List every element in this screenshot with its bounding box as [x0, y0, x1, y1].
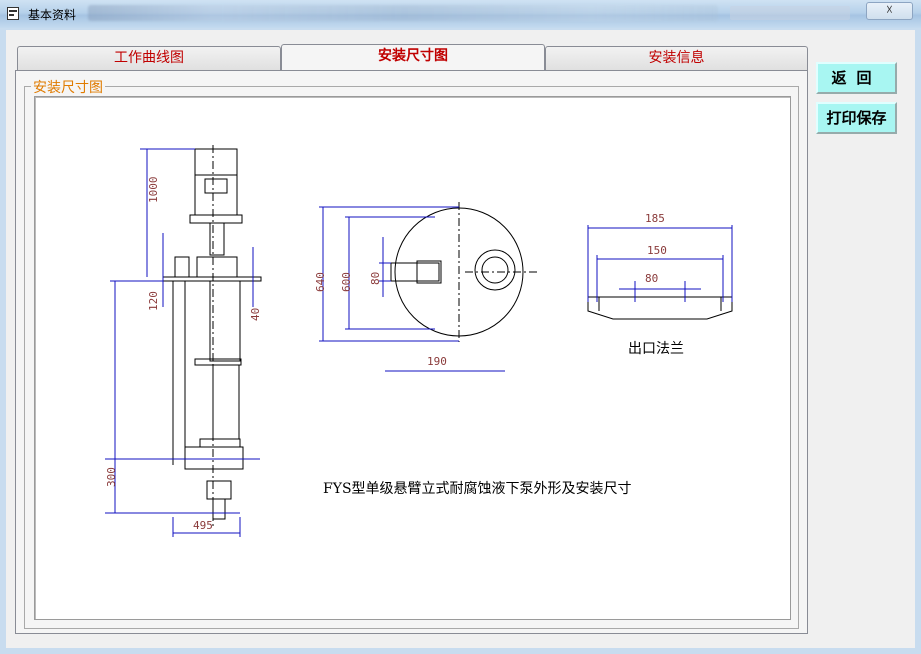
blurred-taskbar-area — [88, 5, 718, 21]
flange-profile — [587, 296, 733, 320]
column-lower — [212, 364, 240, 440]
print-save-button-label: 打印保存 — [826, 109, 887, 127]
tab-install-dimensions[interactable]: 安装尺寸图 — [281, 44, 545, 71]
motor-flange — [189, 214, 243, 224]
drawing-caption: FYS型单级悬臂立式耐腐蚀液下泵外形及安装尺寸 — [323, 480, 632, 497]
back-button-label: 返回 — [831, 69, 882, 87]
dimension-drawing: 1000 120 40 300 495 640 600 80 190 185 1… — [34, 96, 791, 620]
motor-body — [194, 174, 238, 216]
dim-label: 150 — [647, 244, 667, 257]
outlet-nozzle — [174, 256, 190, 278]
dim-label: 600 — [340, 272, 353, 292]
close-button[interactable]: ☓ — [866, 2, 913, 20]
outlet-pipe — [390, 262, 440, 282]
coupling — [209, 222, 225, 256]
dim-label: 300 — [105, 467, 118, 487]
title-bar: 基本资料 ☓ — [0, 0, 921, 29]
pump-flange — [199, 438, 241, 448]
app-icon — [7, 7, 19, 20]
tab-label: 安装尺寸图 — [378, 48, 448, 64]
back-button[interactable]: 返回 — [816, 62, 897, 94]
window-title: 基本资料 — [28, 8, 77, 22]
dim-label: 80 — [645, 272, 658, 285]
strainer — [212, 498, 226, 520]
bearing-housing — [196, 256, 238, 278]
tab-work-curve[interactable]: 工作曲线图 — [17, 46, 281, 70]
print-save-button[interactable]: 打印保存 — [816, 102, 897, 134]
tab-label: 安装信息 — [648, 50, 705, 66]
pump-casing — [184, 446, 244, 470]
motor-box — [204, 178, 228, 194]
drawing-svg: 1000 120 40 300 495 640 600 80 190 185 1… — [105, 145, 733, 537]
dim-label: 40 — [249, 308, 262, 321]
group-label: 安装尺寸图 — [31, 77, 105, 97]
tab-install-info[interactable]: 安装信息 — [545, 46, 808, 70]
dim-label: 640 — [314, 272, 327, 292]
column-flange — [194, 358, 242, 366]
dim-label: 495 — [193, 519, 213, 532]
dim-label: 80 — [369, 272, 382, 285]
motor-mount — [481, 256, 509, 284]
base-plate — [162, 276, 262, 282]
motor-mount — [474, 249, 516, 291]
blurred-area — [730, 6, 850, 20]
dim-label: 185 — [645, 212, 665, 225]
outlet-flange — [416, 260, 442, 284]
dim-label: 190 — [427, 355, 447, 368]
flange-caption: 出口法兰 — [628, 341, 684, 357]
column-upper — [209, 280, 241, 362]
motor-top — [194, 148, 238, 176]
close-icon: ☓ — [886, 3, 893, 18]
tab-label: 工作曲线图 — [114, 50, 184, 66]
suction — [206, 480, 232, 500]
dim-label: 1000 — [147, 177, 160, 204]
dim-label: 120 — [147, 291, 160, 311]
